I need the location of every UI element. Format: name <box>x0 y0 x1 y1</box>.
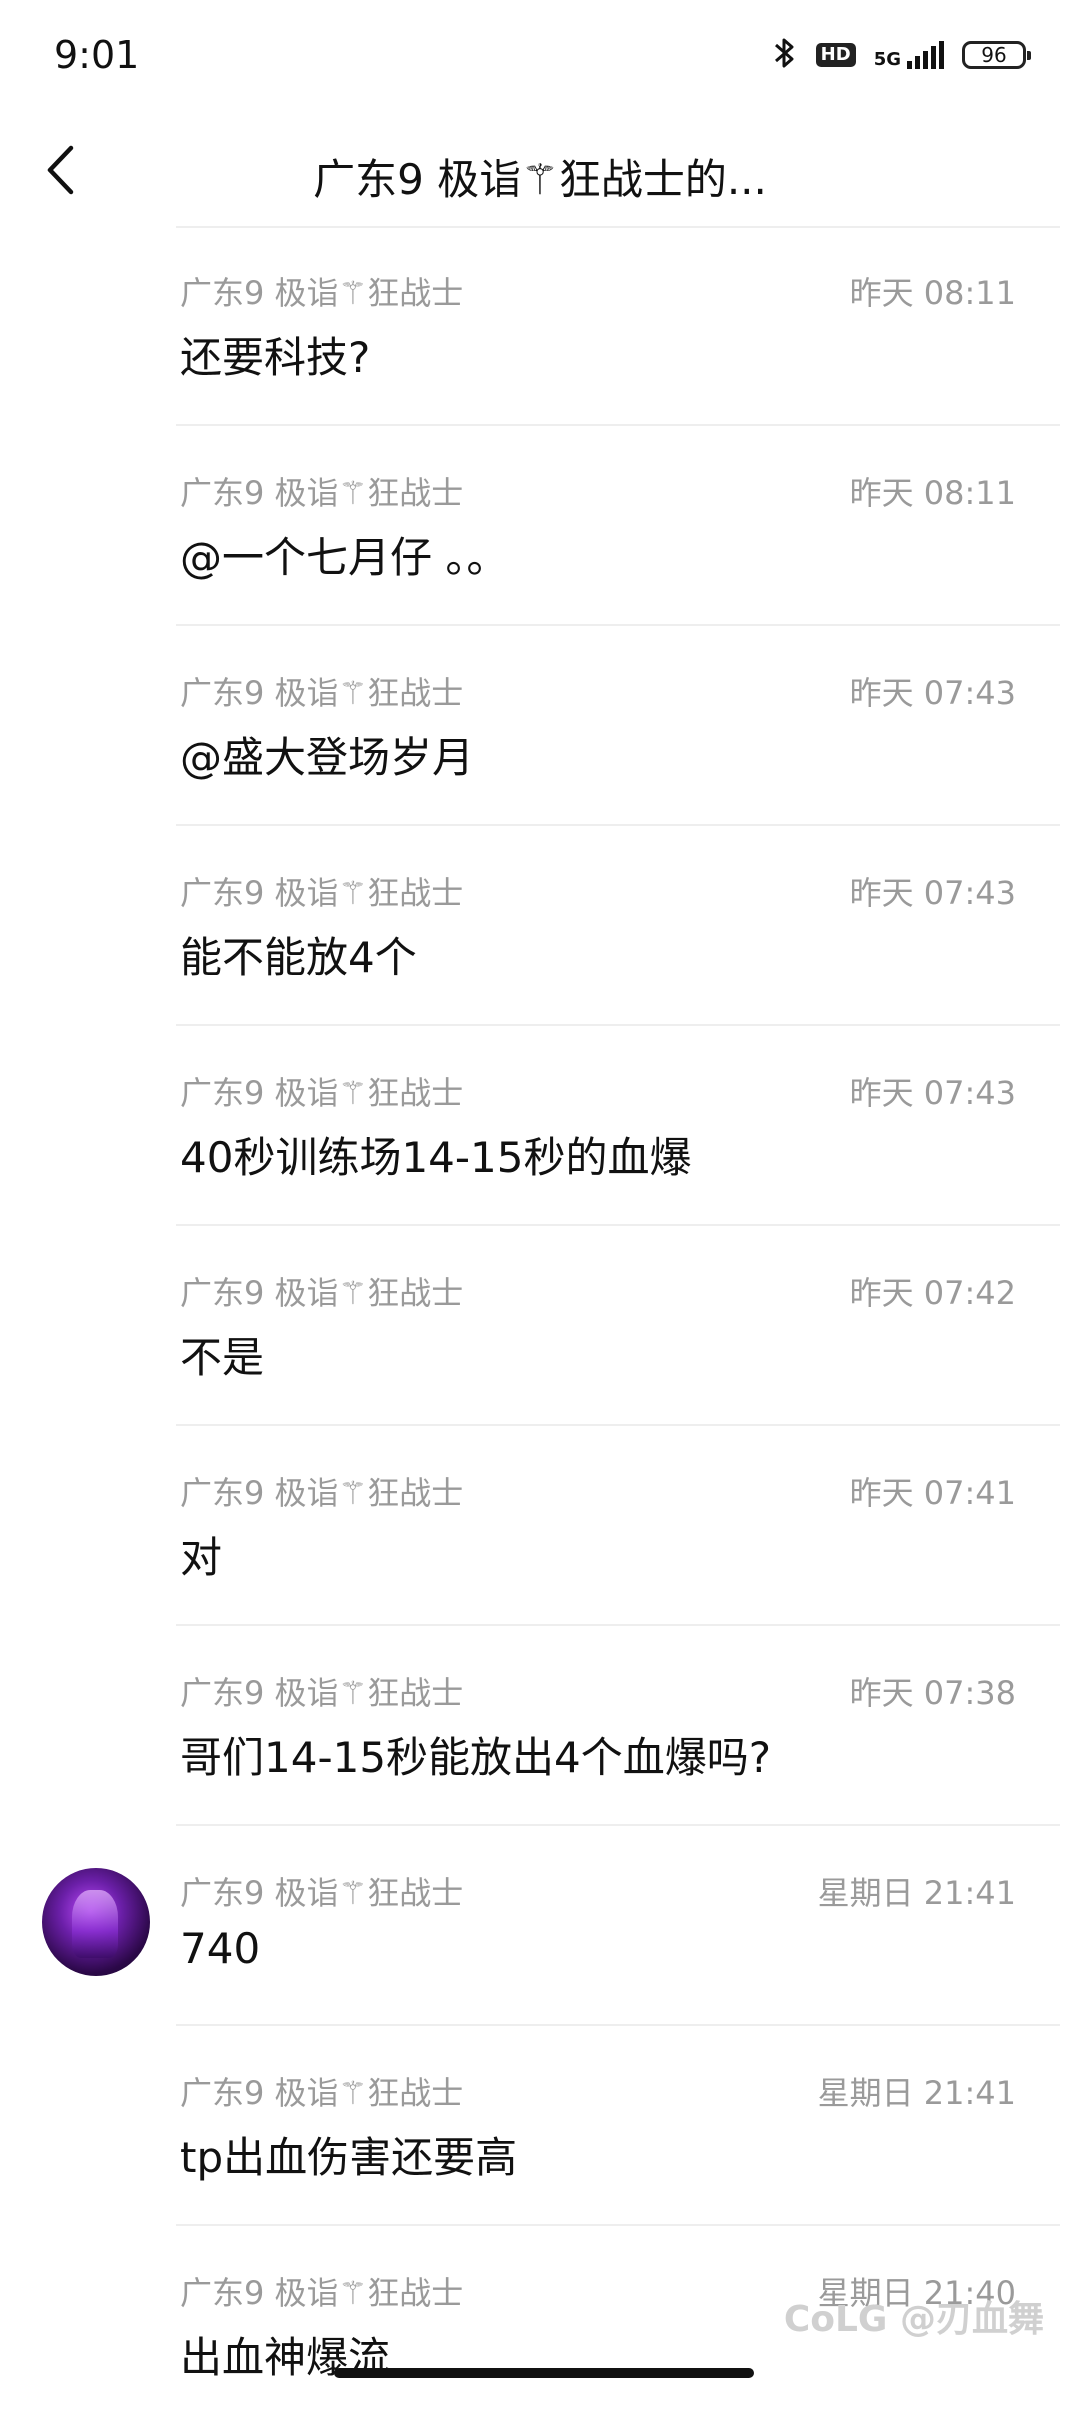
message-item[interactable]: 广东9 极诣⚚狂战士 昨天 07:41 对 <box>0 1426 1080 1626</box>
status-bar: 9:01 HD 5G 96 <box>0 0 1080 110</box>
watermark: CoLG @刃血舞 <box>783 2299 1044 2340</box>
message-text: 40秒训练场14-15秒的血爆 <box>180 1133 692 1182</box>
message-time: 昨天 07:38 <box>849 1674 1016 1712</box>
message-item[interactable]: 广东9 极诣⚚狂战士 昨天 07:43 40秒训练场14-15秒的血爆 <box>0 1026 1080 1226</box>
message-sender: 广东9 极诣⚚狂战士 <box>180 1474 464 1512</box>
message-item[interactable]: 广东9 极诣⚚狂战士 昨天 07:43 @盛大登场岁月 <box>0 626 1080 826</box>
message-text: 还要科技? <box>180 333 371 382</box>
avatar[interactable] <box>42 1868 150 1976</box>
message-time: 星期日 21:41 <box>817 1874 1016 1912</box>
message-sender: 广东9 极诣⚚狂战士 <box>180 2274 464 2312</box>
battery-level: 96 <box>981 43 1007 67</box>
message-sender: 广东9 极诣⚚狂战士 <box>180 1874 464 1912</box>
message-text: @一个七月仔 。。 <box>180 533 509 582</box>
message-item[interactable]: 广东9 极诣⚚狂战士 昨天 08:11 @一个七月仔 。。 <box>0 426 1080 626</box>
message-time: 昨天 08:11 <box>849 474 1016 512</box>
battery-icon: 96 <box>962 41 1031 69</box>
message-item[interactable]: 广东9 极诣⚚狂战士 昨天 08:11 还要科技? <box>0 226 1080 426</box>
message-text: 能不能放4个 <box>180 933 417 982</box>
message-list[interactable]: 广东9 极诣⚚狂战士 昨天 08:11 还要科技? 广东9 极诣⚚狂战士 昨天 … <box>0 226 1080 2426</box>
message-time: 昨天 07:43 <box>849 1074 1016 1112</box>
chat-header: 广东9 极诣⚚狂战士的... <box>0 110 1080 230</box>
message-text: 对 <box>180 1533 223 1582</box>
message-time: 昨天 07:42 <box>849 1274 1016 1312</box>
message-text: 哥们14-15秒能放出4个血爆吗? <box>180 1733 772 1782</box>
status-time: 9:01 <box>54 33 140 77</box>
hd-icon: HD <box>815 43 856 67</box>
message-sender: 广东9 极诣⚚狂战士 <box>180 274 464 312</box>
message-time: 昨天 07:41 <box>849 1474 1016 1512</box>
signal-icon: 5G <box>874 41 944 69</box>
message-item[interactable]: 广东9 极诣⚚狂战士 星期日 21:41 740 <box>0 1826 1080 2026</box>
message-sender: 广东9 极诣⚚狂战士 <box>180 1674 464 1712</box>
message-sender: 广东9 极诣⚚狂战士 <box>180 1074 464 1112</box>
message-item[interactable]: 广东9 极诣⚚狂战士 昨天 07:43 能不能放4个 <box>0 826 1080 1026</box>
message-item[interactable]: 广东9 极诣⚚狂战士 昨天 07:38 哥们14-15秒能放出4个血爆吗? <box>0 1626 1080 1826</box>
message-text: 不是 <box>180 1333 265 1382</box>
message-time: 星期日 21:41 <box>817 2074 1016 2112</box>
message-time: 昨天 07:43 <box>849 874 1016 912</box>
network-type: 5G <box>873 49 901 70</box>
message-text: tp出血伤害还要高 <box>180 2133 518 2182</box>
status-icons: HD 5G 96 <box>772 35 1031 75</box>
message-time: 昨天 08:11 <box>849 274 1016 312</box>
message-sender: 广东9 极诣⚚狂战士 <box>180 2074 464 2112</box>
message-item[interactable]: 广东9 极诣⚚狂战士 星期日 21:41 tp出血伤害还要高 <box>0 2026 1080 2226</box>
home-indicator[interactable] <box>334 2368 754 2378</box>
message-text: @盛大登场岁月 <box>180 733 475 782</box>
message-sender: 广东9 极诣⚚狂战士 <box>180 1274 464 1312</box>
message-sender: 广东9 极诣⚚狂战士 <box>180 874 464 912</box>
page-title: 广东9 极诣⚚狂战士的... <box>313 155 767 204</box>
message-sender: 广东9 极诣⚚狂战士 <box>180 674 464 712</box>
message-sender: 广东9 极诣⚚狂战士 <box>180 474 464 512</box>
message-time: 昨天 07:43 <box>849 674 1016 712</box>
message-item[interactable]: 广东9 极诣⚚狂战士 昨天 07:42 不是 <box>0 1226 1080 1426</box>
message-text: 740 <box>180 1924 261 1973</box>
bluetooth-icon <box>772 35 798 75</box>
